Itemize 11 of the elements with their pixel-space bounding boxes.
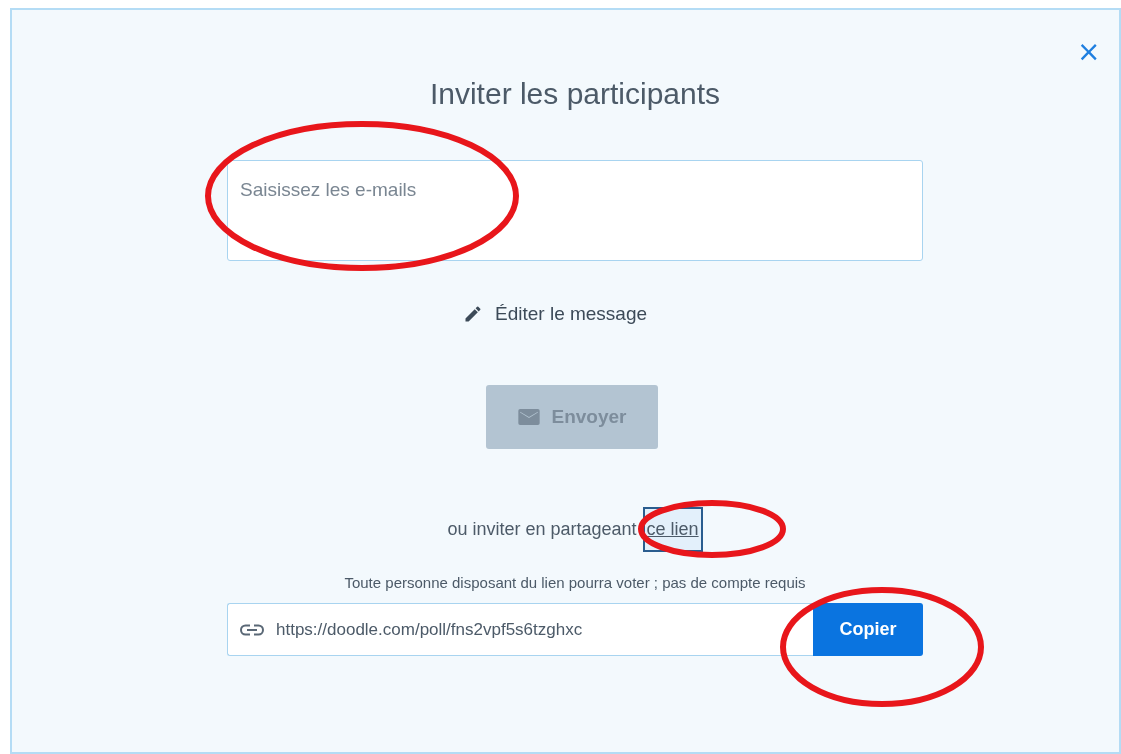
copy-button[interactable]: Copier: [813, 603, 923, 656]
hint-text: Toute personne disposant du lien pourra voter ; pas de compte requis: [343, 574, 807, 591]
share-text: ou inviter en partageant: [447, 519, 637, 540]
pencil-icon: [463, 304, 483, 324]
close-button[interactable]: ×: [1077, 38, 1101, 66]
dialog-title: Inviter les participants: [428, 76, 722, 112]
link-icon: [240, 623, 264, 636]
email-field[interactable]: Saisissez les e-mails: [227, 160, 923, 261]
edit-message-button[interactable]: Éditer le message: [463, 303, 648, 325]
link-field[interactable]: https://doodle.com/poll/fns2vpf5s6tzghxc: [227, 603, 813, 656]
mail-icon: [517, 409, 540, 425]
